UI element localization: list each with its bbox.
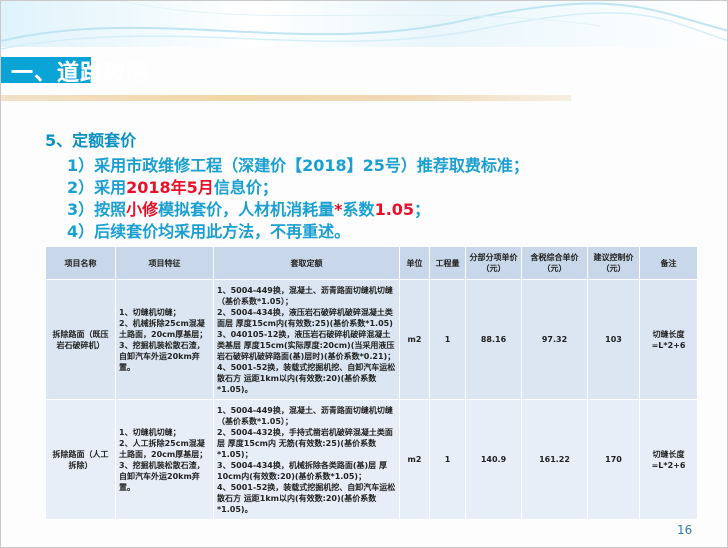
cell-unit: m2 <box>399 279 430 400</box>
subheading: 5、定额套价 <box>45 131 137 150</box>
bullet-2-suffix: 信息价； <box>213 178 278 197</box>
header-sub-unit-price: 分部分项单价（元） <box>465 246 522 280</box>
section-title: 一、道路破除 <box>11 55 149 87</box>
bullet-2-highlight: 2018年5月 <box>126 178 214 197</box>
table-header-row: 项目名称 项目特征 套取定额 单位 工程量 分部分项单价（元） 含税综合单价（元… <box>45 246 698 280</box>
header-item-feature: 项目特征 <box>115 246 214 280</box>
cell-suggested-price: 103 <box>587 279 640 400</box>
bullet-3-suffix: ； <box>414 200 431 219</box>
table-row: 拆除路面（既压岩石破碎机） 1、切缝机切缝； 2、机械拆除25cm混凝土路面，2… <box>45 279 698 400</box>
slide: 一、道路破除 5、定额套价 1）采用市政维修工程（深建价【2018】25号）推荐… <box>0 0 728 548</box>
cell-item-feature: 1、切缝机切缝； 2、人工拆除25cm混凝土路面，20cm厚基层； 3、挖掘机装… <box>115 399 214 520</box>
bullet-3-asterisk: * <box>334 200 343 219</box>
header-remark: 备注 <box>639 246 698 280</box>
page-number: 16 <box>677 523 693 537</box>
quota-table: 项目名称 项目特征 套取定额 单位 工程量 分部分项单价（元） 含税综合单价（元… <box>45 246 698 520</box>
cell-quota: 1、5004-449换，混凝土、沥青路面切缝机切缝（基价系数*1.05）； 2、… <box>213 279 400 400</box>
bullet-3-highlight: 小修 <box>126 200 159 219</box>
bullet-item-3: 3）按照小修模拟套价，人材机消耗量*系数1.05； <box>67 199 529 221</box>
header-suggested-price: 建议控制价（元） <box>587 246 640 280</box>
bullet-item-4: 4）后续套价均采用此方法，不再重述。 <box>67 221 529 243</box>
bullet-3-prefix: 3）按照 <box>67 200 127 219</box>
cell-sub-unit-price: 88.16 <box>465 279 522 400</box>
cell-unit: m2 <box>399 399 430 520</box>
header-item-name: 项目名称 <box>45 246 116 280</box>
cell-quantity: 1 <box>429 399 466 520</box>
cell-sub-unit-price: 140.9 <box>465 399 522 520</box>
header-composite-price: 含税综合单价（元） <box>521 246 588 280</box>
bullet-1-text: 1）采用市政维修工程（深建价【2018】25号）推荐取费标准； <box>67 156 529 175</box>
header-swirl-decoration <box>1 1 727 50</box>
bullet-3-factor: 1.05 <box>374 200 415 219</box>
cell-quota: 1、5004-449换，混凝土、沥青路面切缝机切缝（基价系数*1.05）； 2、… <box>213 399 400 520</box>
cell-item-feature: 1、切缝机切缝； 2、机械拆除25cm混凝土路面，20cm厚基层； 3、挖掘机装… <box>115 279 214 400</box>
bullet-3-middle: 模拟套价，人材机消耗量 <box>158 200 335 219</box>
bullet-3-middle2: 系数 <box>342 200 375 219</box>
cell-composite-price: 161.22 <box>521 399 588 520</box>
table-row: 拆除路面（人工拆除） 1、切缝机切缝； 2、人工拆除25cm混凝土路面，20cm… <box>45 399 698 520</box>
section-title-text: 一、道路破除 <box>11 61 150 86</box>
header-unit: 单位 <box>399 246 430 280</box>
header-quota: 套取定额 <box>213 246 400 280</box>
bullet-4-text: 4）后续套价均采用此方法，不再重述。 <box>67 222 351 241</box>
header-quantity: 工程量 <box>429 246 466 280</box>
cell-suggested-price: 170 <box>587 399 640 520</box>
cell-composite-price: 97.32 <box>521 279 588 400</box>
title-underline <box>1 95 571 101</box>
cell-quantity: 1 <box>429 279 466 400</box>
bullet-item-2: 2）采用2018年5月信息价； <box>67 177 529 199</box>
bullet-item-1: 1）采用市政维修工程（深建价【2018】25号）推荐取费标准； <box>67 155 529 177</box>
cell-remark: 切缝长度=L*2+6 <box>639 279 698 400</box>
cell-item-name: 拆除路面（既压岩石破碎机） <box>45 279 116 400</box>
bullet-2-prefix: 2）采用 <box>67 178 127 197</box>
cell-remark: 切缝长度=L*2+6 <box>639 399 698 520</box>
bullet-list: 1）采用市政维修工程（深建价【2018】25号）推荐取费标准； 2）采用2018… <box>67 155 529 243</box>
cell-item-name: 拆除路面（人工拆除） <box>45 399 116 520</box>
